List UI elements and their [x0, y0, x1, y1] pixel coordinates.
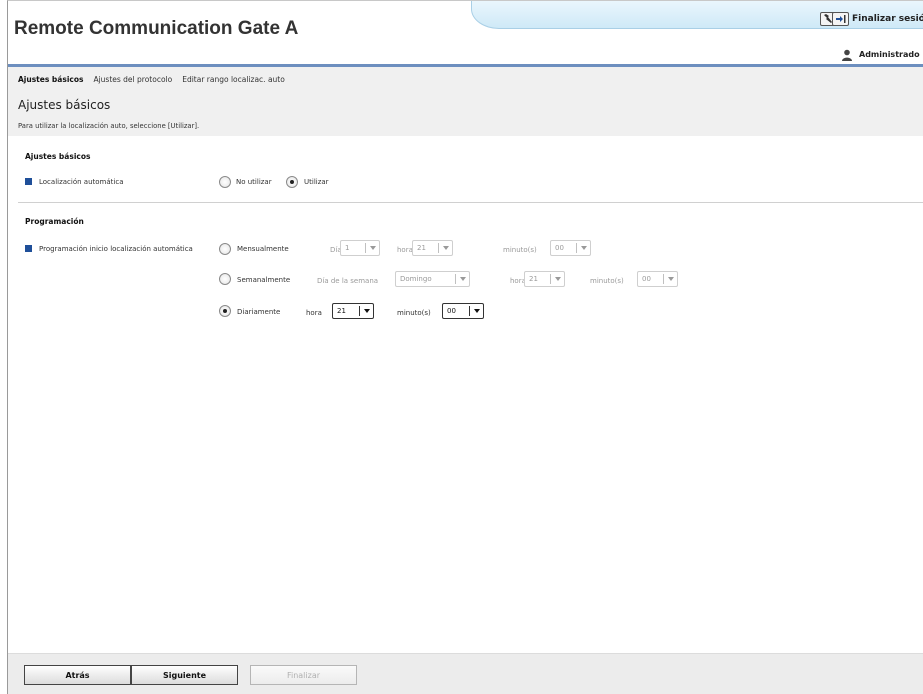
weekly-minute-label: minuto(s): [590, 277, 624, 285]
logout-button[interactable]: [832, 12, 849, 26]
radio-no-use-label: No utilizar: [236, 178, 272, 186]
radio-monthly[interactable]: [219, 243, 231, 255]
schedule-row-label: Programación inicio localización automát…: [39, 245, 193, 253]
weekly-hour-value: 21: [529, 275, 538, 283]
chevron-down-icon: [663, 274, 677, 284]
weekly-weekday-value: Domingo: [400, 275, 432, 283]
daily-hour-label: hora: [306, 309, 322, 317]
radio-weekly-label: Semanalmente: [237, 276, 291, 284]
chevron-down-icon: [365, 243, 379, 253]
page-description: Para utilizar la localización auto, sele…: [18, 122, 200, 130]
radio-monthly-label: Mensualmente: [237, 245, 289, 253]
user-icon: [842, 49, 852, 61]
back-button[interactable]: Atrás: [24, 665, 131, 685]
chevron-down-icon: [469, 306, 483, 316]
chevron-down-icon: [576, 243, 590, 253]
monthly-day-value: 1: [345, 244, 350, 252]
monthly-hour-label: hora: [397, 246, 413, 254]
section-title-schedule: Programación: [25, 217, 84, 226]
monthly-hour-select[interactable]: 21: [412, 240, 453, 256]
weekly-minute-value: 00: [642, 275, 651, 283]
auto-locate-label: Localización automática: [39, 178, 124, 186]
logout-arrow-icon: [836, 15, 846, 23]
radio-daily-label: Diariamente: [237, 308, 281, 316]
user-name: Administrado: [859, 50, 920, 59]
monthly-minute-value: 00: [555, 244, 564, 252]
footer: Atrás Siguiente Finalizar: [8, 653, 923, 694]
radio-daily[interactable]: [219, 305, 231, 317]
daily-minute-select[interactable]: 00: [442, 303, 484, 319]
chevron-down-icon: [455, 274, 469, 284]
daily-minute-label: minuto(s): [397, 309, 431, 317]
monthly-hour-value: 21: [417, 244, 426, 252]
radio-weekly[interactable]: [219, 273, 231, 285]
header: Remote Communication Gate A Finalizar se…: [8, 1, 923, 67]
tab-basic-settings[interactable]: Ajustes básicos: [18, 75, 83, 84]
weekly-weekday-select[interactable]: Domingo: [395, 271, 470, 287]
row-marker: [25, 178, 32, 185]
monthly-minute-select[interactable]: 00: [550, 240, 591, 256]
weekly-minute-select[interactable]: 00: [637, 271, 678, 287]
page-title: Ajustes básicos: [18, 98, 111, 112]
weekly-weekday-label: Día de la semana: [317, 277, 379, 285]
next-button[interactable]: Siguiente: [131, 665, 238, 685]
radio-use-label: Utilizar: [304, 178, 329, 186]
app-title: Remote Communication Gate A: [14, 18, 299, 39]
radio-use[interactable]: [286, 176, 298, 188]
daily-hour-select[interactable]: 21: [332, 303, 374, 319]
monthly-minute-label: minuto(s): [503, 246, 537, 254]
daily-hour-value: 21: [337, 307, 346, 315]
daily-minute-value: 00: [447, 307, 456, 315]
app-window: Remote Communication Gate A Finalizar se…: [7, 0, 923, 694]
row-marker: [25, 245, 32, 252]
chevron-down-icon: [550, 274, 564, 284]
chevron-down-icon: [438, 243, 452, 253]
section-title-basic: Ajustes básicos: [25, 152, 91, 161]
chevron-down-icon: [359, 306, 373, 316]
weekly-hour-select[interactable]: 21: [524, 271, 565, 287]
tab-protocol-settings[interactable]: Ajustes del protocolo: [93, 75, 172, 84]
section-divider: [18, 202, 923, 203]
finish-button[interactable]: Finalizar: [250, 665, 357, 685]
tab-edit-range[interactable]: Editar rango localizac. auto: [182, 75, 285, 84]
radio-no-use[interactable]: [219, 176, 231, 188]
logout-link[interactable]: Finalizar sesió: [852, 14, 923, 24]
tab-bar: Ajustes básicos Ajustes del protocolo Ed…: [18, 75, 285, 84]
monthly-day-select[interactable]: 1: [340, 240, 380, 256]
top-panel: Ajustes básicos Ajustes del protocolo Ed…: [8, 67, 923, 136]
